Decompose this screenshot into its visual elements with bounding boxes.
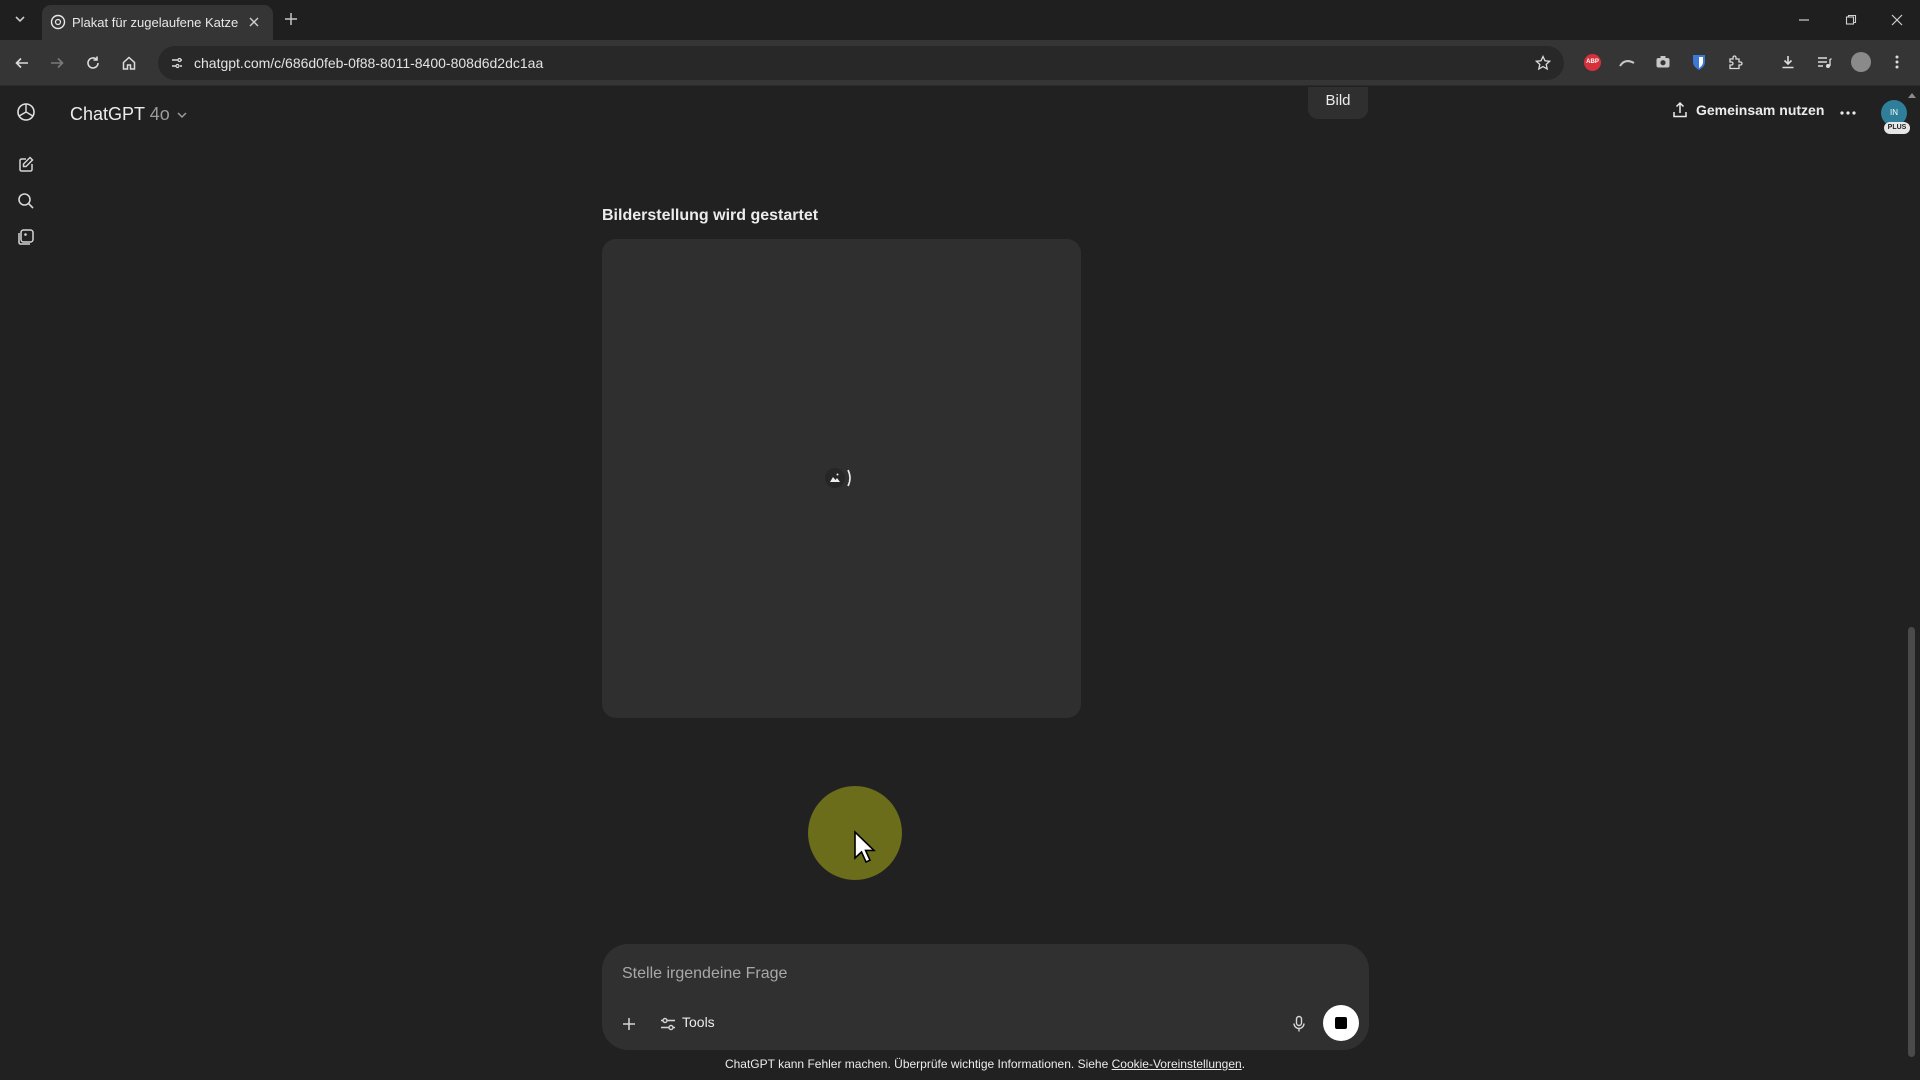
prompt-input[interactable]	[622, 961, 1222, 987]
tab-title: Plakat für zugelaufene Katze	[72, 15, 239, 30]
browser-menu-icon[interactable]	[1894, 54, 1900, 70]
url-text[interactable]: chatgpt.com/c/686d0feb-0f88-8011-8400-80…	[194, 55, 543, 71]
plus-plan-badge: PLUS	[1884, 122, 1910, 134]
site-info-icon[interactable]	[170, 56, 184, 70]
mouse-pointer-icon	[853, 830, 877, 864]
add-attachment-icon[interactable]	[622, 1017, 636, 1031]
restore-icon[interactable]	[1845, 14, 1857, 26]
new-chat-icon[interactable]	[17, 155, 35, 173]
forward-icon[interactable]	[49, 55, 65, 71]
prompt-composer: Tools	[602, 944, 1369, 1050]
tab-search-dropdown-icon[interactable]	[13, 12, 27, 26]
camera-extension-icon[interactable]	[1655, 54, 1671, 70]
model-version: 4o	[149, 104, 170, 124]
new-tab-icon[interactable]	[284, 12, 298, 26]
back-icon[interactable]	[14, 55, 30, 71]
tools-label: Tools	[682, 1014, 715, 1030]
chatgpt-app: ChatGPT 4o Bild Gemeinsam nutzen IN PLUS…	[0, 87, 1920, 1080]
share-upload-icon	[1672, 101, 1688, 119]
disclaimer-footer: ChatGPT kann Fehler machen. Überprüfe wi…	[0, 1057, 1920, 1071]
scrollbar-thumb[interactable]	[1908, 627, 1915, 1057]
close-window-icon[interactable]	[1891, 14, 1903, 26]
tools-button[interactable]: Tools	[658, 1004, 722, 1040]
image-loading-icon	[824, 467, 858, 489]
chatgpt-favicon-icon	[50, 14, 66, 30]
search-chats-icon[interactable]	[17, 192, 35, 210]
extensions-puzzle-icon[interactable]	[1727, 54, 1744, 71]
browser-tab-bar: Plakat für zugelaufene Katze	[0, 0, 1920, 40]
disclaimer-suffix: .	[1241, 1057, 1246, 1071]
openai-logo-icon[interactable]	[16, 102, 36, 122]
microphone-icon[interactable]	[1292, 1015, 1306, 1033]
extension-wave-icon[interactable]	[1619, 56, 1635, 68]
scroll-up-arrow-icon[interactable]	[1908, 92, 1916, 98]
chevron-down-icon	[176, 110, 188, 120]
home-icon[interactable]	[121, 55, 137, 71]
cursor-highlight	[808, 786, 902, 880]
tools-sliders-icon	[660, 1017, 676, 1031]
address-bar[interactable]: chatgpt.com/c/686d0feb-0f88-8011-8400-80…	[158, 46, 1564, 80]
downloads-icon[interactable]	[1780, 54, 1796, 70]
bookmark-star-icon[interactable]	[1535, 55, 1551, 71]
disclaimer-text: ChatGPT kann Fehler machen. Überprüfe wi…	[724, 1057, 1112, 1071]
share-label: Gemeinsam nutzen	[1696, 102, 1825, 118]
stop-generation-button[interactable]	[1323, 1005, 1359, 1041]
browser-toolbar: chatgpt.com/c/686d0feb-0f88-8011-8400-80…	[0, 40, 1920, 86]
bitwarden-shield-icon[interactable]	[1691, 53, 1707, 71]
bild-indicator-pill: Bild	[1308, 87, 1368, 119]
close-tab-icon[interactable]	[248, 16, 260, 28]
cookie-preferences-link[interactable]: Cookie-Voreinstellungen	[1112, 1057, 1242, 1071]
library-images-icon[interactable]	[17, 228, 35, 246]
adblock-extension-icon[interactable]: ABP	[1584, 54, 1601, 71]
profile-avatar-icon[interactable]	[1851, 52, 1871, 72]
image-generation-placeholder	[602, 239, 1081, 718]
stop-icon	[1335, 1017, 1347, 1029]
image-generation-status: Bilderstellung wird gestartet	[602, 207, 819, 224]
minimize-icon[interactable]	[1798, 14, 1810, 26]
media-control-icon[interactable]	[1816, 54, 1832, 70]
reload-icon[interactable]	[85, 55, 101, 71]
model-selector[interactable]: ChatGPT 4o	[70, 104, 187, 125]
more-options-icon[interactable]	[1840, 111, 1856, 115]
model-name: ChatGPT	[70, 104, 145, 124]
browser-tab-active[interactable]: Plakat für zugelaufene Katze	[42, 5, 273, 40]
